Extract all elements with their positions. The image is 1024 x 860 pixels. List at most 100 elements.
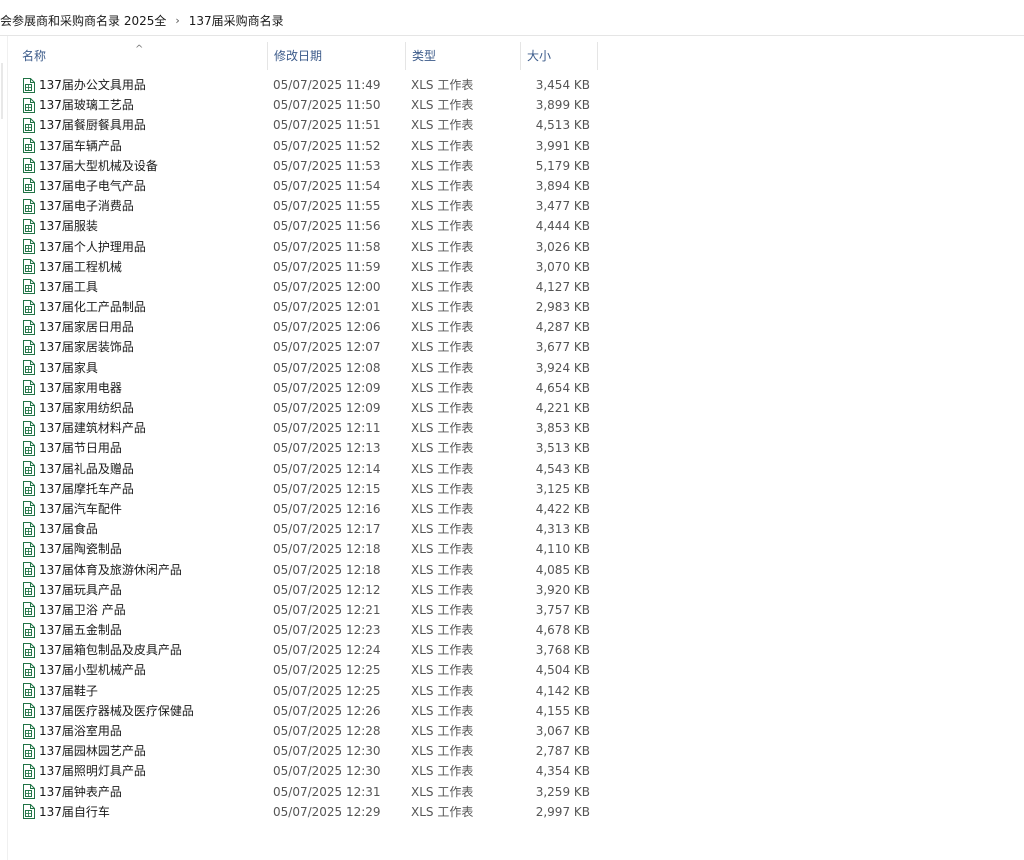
file-row[interactable]: 137届电子电气产品 05/07/2025 11:54 XLS 工作表 3,894 K… [16,176,598,196]
file-row[interactable]: 137届玩具产品 05/07/2025 12:12 XLS 工作表 3,920 KB [16,580,598,600]
breadcrumb-current-folder[interactable]: 137届采购商名录 [189,12,284,29]
file-type: XLS 工作表 [411,744,474,759]
file-size: 4,313 KB [535,522,590,537]
file-row[interactable]: 137届食品 05/07/2025 12:17 XLS 工作表 4,313 KB [16,519,598,539]
chevron-right-icon[interactable]: › [175,14,179,27]
file-modified-date: 05/07/2025 12:18 [273,542,381,557]
file-size: 4,142 KB [535,683,590,698]
file-row[interactable]: 137届家居装饰品 05/07/2025 12:07 XLS 工作表 3,677 KB [16,337,598,357]
file-row[interactable]: 137届摩托车产品 05/07/2025 12:15 XLS 工作表 3,125 KB [16,479,598,499]
file-row[interactable]: 137届医疗器械及医疗保健品 05/07/2025 12:26 XLS 工作表 4,1… [16,701,598,721]
file-list: 137届办公文具用品 05/07/2025 11:49 XLS 工作表 3,454 K… [16,75,598,822]
file-row[interactable]: 137届家居日用品 05/07/2025 12:06 XLS 工作表 4,287 KB [16,317,598,337]
column-header-type[interactable]: 类型 [406,42,521,70]
file-row[interactable]: 137届大型机械及设备 05/07/2025 11:53 XLS 工作表 5,179 … [16,156,598,176]
excel-file-icon [22,339,35,355]
file-row[interactable]: 137届个人护理用品 05/07/2025 11:58 XLS 工作表 3,026 K… [16,237,598,257]
excel-file-icon [22,77,35,93]
file-type: XLS 工作表 [411,340,474,355]
file-row[interactable]: 137届节日用品 05/07/2025 12:13 XLS 工作表 3,513 KB [16,438,598,458]
file-type: XLS 工作表 [411,98,474,113]
file-row[interactable]: 137届家具 05/07/2025 12:08 XLS 工作表 3,924 KB [16,358,598,378]
file-type: XLS 工作表 [411,481,474,496]
file-name: 137届工具 [39,279,98,294]
file-name-cell: 137届工程机械 [22,257,270,277]
file-modified-date: 05/07/2025 12:15 [273,481,381,496]
file-row[interactable]: 137届家用纺织品 05/07/2025 12:09 XLS 工作表 4,221 KB [16,398,598,418]
excel-file-icon [22,360,35,376]
file-row[interactable]: 137届电子消费品 05/07/2025 11:55 XLS 工作表 3,477 KB [16,196,598,216]
column-header-date[interactable]: 修改日期 [268,42,406,70]
excel-file-icon [22,279,35,295]
file-row[interactable]: 137届箱包制品及皮具产品 05/07/2025 12:24 XLS 工作表 3,76… [16,640,598,660]
file-row[interactable]: 137届小型机械产品 05/07/2025 12:25 XLS 工作表 4,504 K… [16,660,598,680]
file-size: 3,259 KB [535,784,590,799]
file-type: XLS 工作表 [411,78,474,92]
file-row[interactable]: 137届礼品及赠品 05/07/2025 12:14 XLS 工作表 4,543 KB [16,459,598,479]
file-name: 137届家居装饰品 [39,340,134,355]
file-modified-date: 05/07/2025 11:54 [273,178,381,193]
file-modified-date: 05/07/2025 11:59 [273,259,381,274]
file-modified-date: 05/07/2025 12:23 [273,623,381,638]
file-row[interactable]: 137届化工产品制品 05/07/2025 12:01 XLS 工作表 2,983 K… [16,297,598,317]
file-row[interactable]: 137届体育及旅游休闲产品 05/07/2025 12:18 XLS 工作表 4,08… [16,560,598,580]
file-modified-date: 05/07/2025 12:28 [273,724,381,738]
breadcrumb-parent-folder[interactable]: 会参展商和采购商名录 2025全 [0,12,166,29]
file-row[interactable]: 137届陶瓷制品 05/07/2025 12:18 XLS 工作表 4,110 KB [16,539,598,559]
file-modified-date: 05/07/2025 12:00 [273,279,381,294]
file-name: 137届服装 [39,219,98,234]
file-name: 137届电子消费品 [39,199,134,214]
file-name-cell: 137届工具 [22,277,270,297]
file-size: 3,026 KB [535,239,590,254]
file-row[interactable]: 137届浴室用品 05/07/2025 12:28 XLS 工作表 3,067 KB [16,721,598,741]
file-name-cell: 137届摩托车产品 [22,479,270,499]
file-size: 4,155 KB [535,703,590,718]
file-size: 4,085 KB [535,562,590,577]
file-name-cell: 137届汽车配件 [22,499,270,519]
file-modified-date: 05/07/2025 12:29 [273,804,381,819]
file-type: XLS 工作表 [411,178,474,193]
file-name-cell: 137届卫浴 产品 [22,600,270,620]
file-name-cell: 137届照明灯具产品 [22,761,270,781]
file-row[interactable]: 137届卫浴 产品 05/07/2025 12:21 XLS 工作表 3,757 KB [16,600,598,620]
file-size: 3,853 KB [535,421,590,436]
file-row[interactable]: 137届餐厨餐具用品 05/07/2025 11:51 XLS 工作表 4,513 K… [16,115,598,135]
file-size: 4,287 KB [535,320,590,335]
excel-file-icon [22,784,35,800]
file-type: XLS 工作表 [411,501,474,516]
file-type: XLS 工作表 [411,138,474,153]
file-name-cell: 137届玩具产品 [22,580,270,600]
excel-file-icon [22,461,35,477]
file-row[interactable]: 137届照明灯具产品 05/07/2025 12:30 XLS 工作表 4,354 K… [16,761,598,781]
file-type: XLS 工作表 [411,683,474,698]
file-row[interactable]: 137届建筑材料产品 05/07/2025 12:11 XLS 工作表 3,853 K… [16,418,598,438]
file-name: 137届家居日用品 [39,320,134,335]
scrollbar-thumb[interactable] [1,63,3,119]
file-name-cell: 137届化工产品制品 [22,297,270,317]
file-row[interactable]: 137届工具 05/07/2025 12:00 XLS 工作表 4,127 KB [16,277,598,297]
column-header-type-label: 类型 [412,49,437,63]
file-row[interactable]: 137届工程机械 05/07/2025 11:59 XLS 工作表 3,070 KB [16,257,598,277]
file-row[interactable]: 137届办公文具用品 05/07/2025 11:49 XLS 工作表 3,454 K… [16,75,598,95]
file-name: 137届五金制品 [39,623,122,638]
column-header-size[interactable]: 大小 [521,42,598,70]
excel-file-icon [22,158,35,174]
file-row[interactable]: 137届自行车 05/07/2025 12:29 XLS 工作表 2,997 KB [16,802,598,822]
file-row[interactable]: 137届五金制品 05/07/2025 12:23 XLS 工作表 4,678 KB [16,620,598,640]
file-row[interactable]: 137届汽车配件 05/07/2025 12:16 XLS 工作表 4,422 KB [16,499,598,519]
excel-file-icon [22,299,35,315]
file-size: 4,513 KB [535,118,590,133]
file-row[interactable]: 137届家用电器 05/07/2025 12:09 XLS 工作表 4,654 KB [16,378,598,398]
file-row[interactable]: 137届鞋子 05/07/2025 12:25 XLS 工作表 4,142 KB [16,681,598,701]
excel-file-icon [22,521,35,537]
column-header-name[interactable]: 名称 ^ [16,42,268,70]
column-header-row: 名称 ^ 修改日期 类型 大小 [16,42,598,70]
file-row[interactable]: 137届服装 05/07/2025 11:56 XLS 工作表 4,444 KB [16,216,598,236]
file-name-cell: 137届家具 [22,358,270,378]
file-row[interactable]: 137届园林园艺产品 05/07/2025 12:30 XLS 工作表 2,787 K… [16,741,598,761]
file-row[interactable]: 137届玻璃工艺品 05/07/2025 11:50 XLS 工作表 3,899 KB [16,95,598,115]
file-type: XLS 工作表 [411,804,474,819]
file-name: 137届办公文具用品 [39,78,146,92]
file-row[interactable]: 137届钟表产品 05/07/2025 12:31 XLS 工作表 3,259 KB [16,782,598,802]
file-row[interactable]: 137届车辆产品 05/07/2025 11:52 XLS 工作表 3,991 KB [16,136,598,156]
